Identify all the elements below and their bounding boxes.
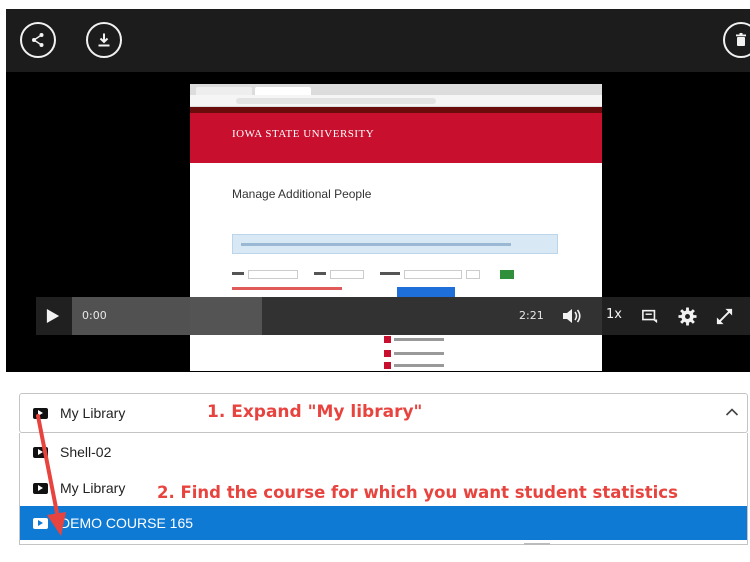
video-page-title: Manage Additional People [232,187,372,201]
video-row [384,336,444,343]
share-icon [32,33,44,47]
download-button[interactable] [86,22,122,58]
captions-icon [642,309,658,324]
download-icon [98,33,110,47]
trash-icon [736,33,746,46]
media-toolbar [6,9,750,72]
current-time: 0:00 [82,309,107,322]
list-item-label: DEMO COURSE 165 [60,515,194,531]
fullscreen-button[interactable] [712,306,736,326]
search-form [232,268,532,282]
volume-button[interactable] [561,306,583,326]
annotation-arrow [36,414,66,536]
playback-speed[interactable]: 1x [606,307,622,322]
delete-button[interactable] [723,22,750,58]
university-name: IOWA STATE UNIVERSITY [232,128,375,140]
go-button [500,270,514,279]
video-row [384,350,444,357]
volume-icon [563,309,581,323]
browser-tabs [190,84,602,95]
scroll-indicator [524,543,550,545]
list-item-demo-course-165[interactable]: DEMO COURSE 165 [20,506,747,540]
gear-icon [677,306,697,326]
list-item-shell-02[interactable]: Shell-02 [20,435,747,469]
player-controls: 0:00 2:21 1x [36,297,750,335]
red-note [232,287,342,290]
duration: 2:21 [519,309,544,322]
fullscreen-icon [716,308,732,324]
dropdown-highlight [397,287,455,297]
play-button[interactable] [44,306,62,326]
chevron-up-icon[interactable] [725,407,739,417]
share-button[interactable] [20,22,56,58]
university-header: IOWA STATE UNIVERSITY [190,113,602,163]
captions-button[interactable] [640,306,660,326]
play-icon [46,309,60,323]
info-banner [232,234,558,254]
browser-address-bar [190,95,602,107]
annotation-step-2: 2. Find the course for which you want st… [157,483,678,502]
settings-button[interactable] [676,306,698,326]
video-row [384,362,444,369]
annotation-step-1: 1. Expand "My library" [207,402,423,422]
screen: IOWA STATE UNIVERSITY Manage Additional … [0,0,750,562]
